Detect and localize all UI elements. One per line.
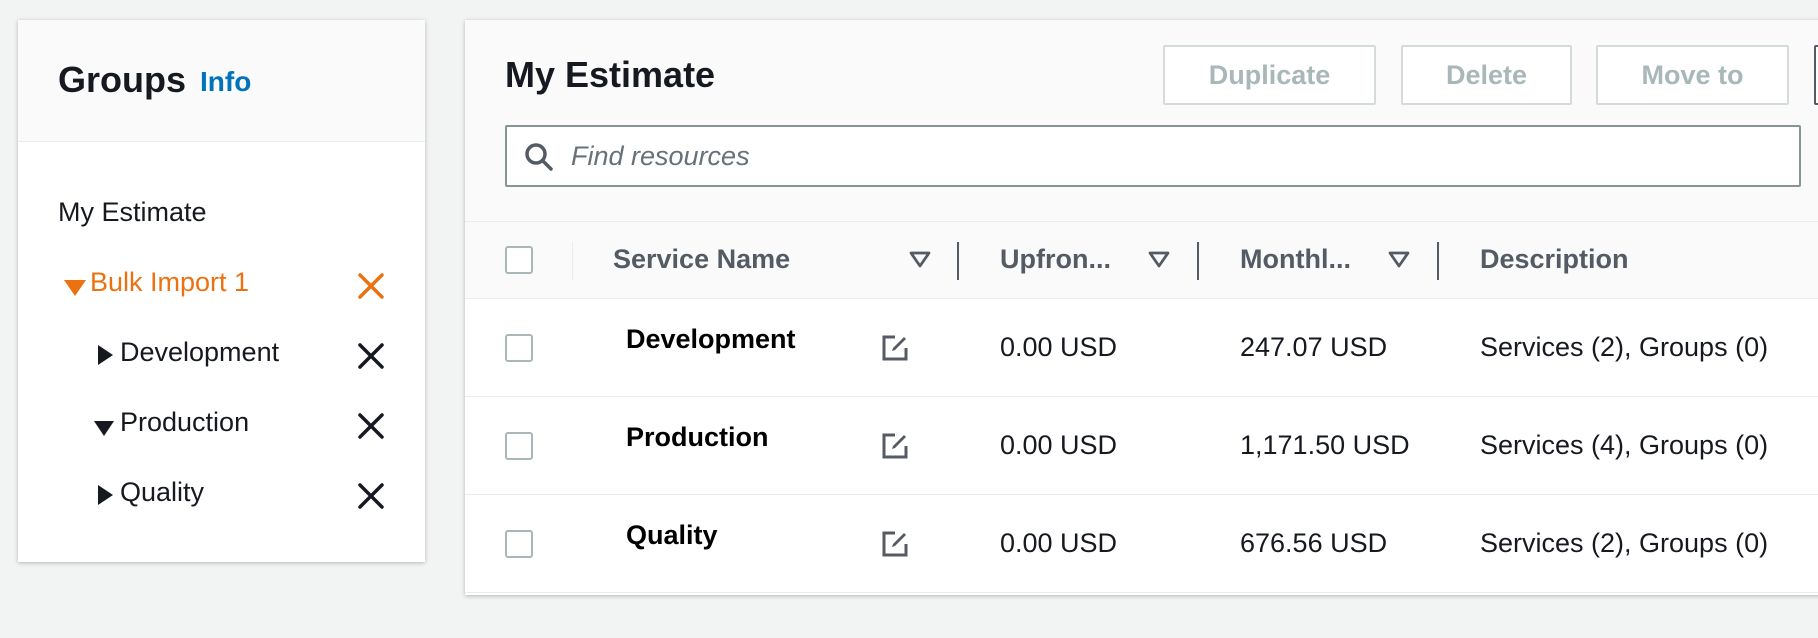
close-icon[interactable]	[356, 481, 386, 511]
close-icon[interactable]	[356, 411, 386, 441]
groups-header: Groups Info	[18, 20, 425, 142]
row-upfront-cost: 0.00 USD	[1000, 430, 1118, 460]
row-description: Services (2), Groups (0)	[1480, 332, 1769, 362]
table-row[interactable]: Development 0.00 USD 247.07 USD Services…	[465, 299, 1818, 397]
column-divider[interactable]	[957, 242, 959, 280]
sort-down-icon[interactable]	[909, 251, 931, 269]
duplicate-button[interactable]: Duplicate	[1163, 45, 1376, 105]
row-checkbox[interactable]	[505, 530, 533, 558]
sort-down-icon[interactable]	[1148, 251, 1170, 269]
edit-icon[interactable]	[881, 432, 909, 460]
tree-item-my-estimate[interactable]: My Estimate	[18, 191, 425, 241]
row-upfront-cost: 0.00 USD	[1000, 332, 1118, 362]
row-description: Services (2), Groups (0)	[1480, 528, 1769, 558]
edit-icon[interactable]	[881, 334, 909, 362]
column-divider[interactable]	[1197, 242, 1199, 280]
row-service-name: Development	[626, 324, 796, 354]
estimate-header: My Estimate Duplicate Delete Move to	[465, 20, 1818, 221]
close-icon[interactable]	[356, 341, 386, 371]
search-input[interactable]	[571, 127, 1771, 185]
info-link[interactable]: Info	[200, 68, 251, 96]
groups-title: Groups	[58, 59, 187, 100]
tree-item-production[interactable]: Production	[18, 401, 425, 451]
sort-down-icon[interactable]	[1388, 251, 1410, 269]
row-monthly-cost: 676.56 USD	[1240, 528, 1388, 558]
groups-panel: Groups Info My Estimate Bulk Import 1 De…	[18, 20, 425, 562]
row-upfront-cost: 0.00 USD	[1000, 528, 1118, 558]
close-icon[interactable]	[356, 271, 386, 301]
tree-item-label: Development	[120, 337, 280, 367]
column-divider	[572, 242, 573, 280]
tree-item-quality[interactable]: Quality	[18, 471, 425, 521]
table-header: Service Name Upfron... Monthl... Descrip…	[465, 221, 1818, 299]
caret-right-icon[interactable]	[98, 345, 113, 365]
more-actions-button[interactable]	[1814, 45, 1818, 105]
column-header-monthly[interactable]: Monthl...	[1240, 246, 1351, 273]
select-all-checkbox[interactable]	[505, 246, 533, 274]
row-monthly-cost: 247.07 USD	[1240, 332, 1388, 362]
row-service-name: Quality	[626, 520, 718, 550]
tree-item-label: Bulk Import 1	[90, 267, 250, 297]
table-row[interactable]: Quality 0.00 USD 676.56 USD Services (2)…	[465, 495, 1818, 593]
search-box[interactable]	[505, 125, 1801, 187]
column-header-description[interactable]: Description	[1480, 246, 1629, 273]
caret-right-icon[interactable]	[98, 485, 113, 505]
row-checkbox[interactable]	[505, 334, 533, 362]
caret-down-icon[interactable]	[94, 421, 114, 436]
row-checkbox[interactable]	[505, 432, 533, 460]
caret-down-icon[interactable]	[64, 280, 86, 296]
estimate-panel: My Estimate Duplicate Delete Move to Ser…	[465, 20, 1818, 595]
edit-icon[interactable]	[881, 530, 909, 558]
row-description: Services (4), Groups (0)	[1480, 430, 1769, 460]
row-monthly-cost: 1,171.50 USD	[1240, 430, 1410, 460]
search-icon	[525, 143, 553, 171]
tree-item-label: Quality	[120, 477, 205, 507]
table-row[interactable]: Production 0.00 USD 1,171.50 USD Service…	[465, 397, 1818, 495]
tree-item-bulk-import-1[interactable]: Bulk Import 1	[18, 261, 425, 311]
tree-item-label: Production	[120, 407, 250, 437]
column-header-upfront[interactable]: Upfron...	[1000, 246, 1111, 273]
row-service-name: Production	[626, 422, 769, 452]
column-header-service-name[interactable]: Service Name	[613, 246, 790, 273]
page-title: My Estimate	[505, 54, 716, 95]
move-to-button[interactable]: Move to	[1596, 45, 1789, 105]
column-divider[interactable]	[1437, 242, 1439, 280]
tree-item-development[interactable]: Development	[18, 331, 425, 381]
tree-item-label: My Estimate	[58, 197, 207, 227]
delete-button[interactable]: Delete	[1401, 45, 1572, 105]
